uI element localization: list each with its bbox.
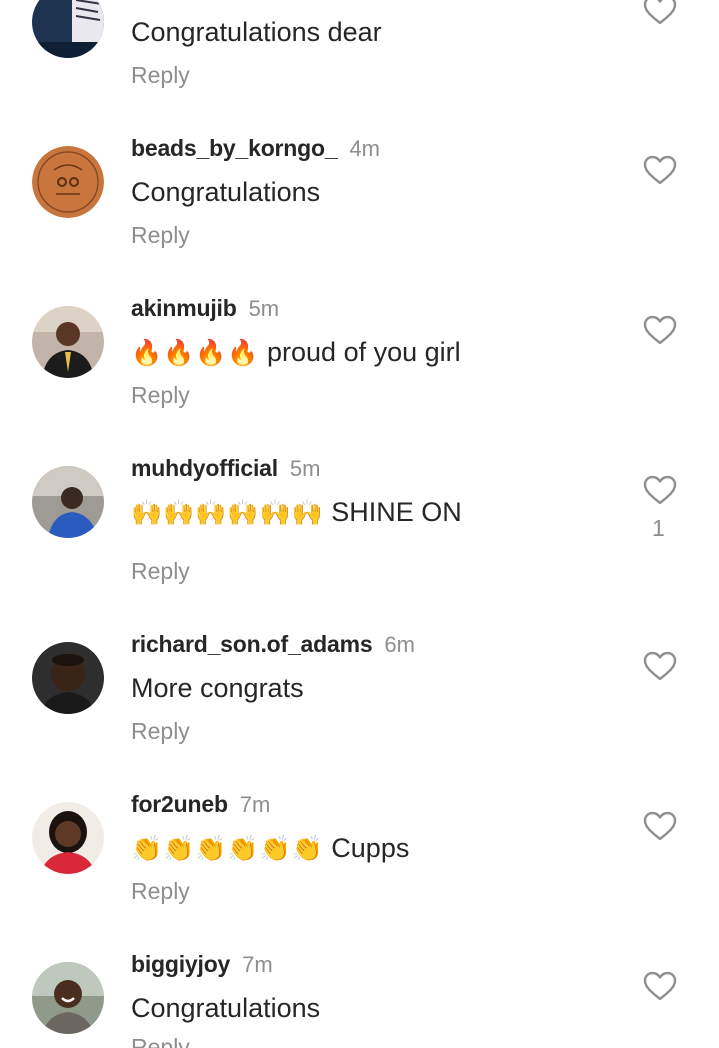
username[interactable]: akinmujib — [131, 295, 237, 321]
comment-text: Congratulations dear — [131, 17, 382, 47]
person-avatar — [32, 642, 104, 714]
heart-outline-icon — [643, 971, 677, 1001]
person-avatar — [32, 802, 104, 874]
comment-text: More congrats — [131, 673, 304, 703]
username[interactable]: muhdyofficial — [131, 455, 278, 481]
username[interactable]: biggiyjoy — [131, 951, 230, 977]
clapping-hands-emoji: 👏👏👏👏👏👏 — [131, 834, 324, 863]
timestamp: 5m — [289, 456, 321, 481]
reply-button[interactable]: Reply — [131, 1034, 190, 1048]
comment-header: richard_son.of_adams 6m — [131, 631, 415, 658]
person-avatar — [32, 962, 104, 1034]
like-button[interactable] — [642, 650, 678, 682]
avatar[interactable] — [32, 146, 104, 218]
reply-button[interactable]: Reply — [131, 62, 190, 89]
comment-header: biggiyjoy 7m — [131, 951, 273, 978]
reply-button[interactable]: Reply — [131, 558, 190, 585]
username[interactable]: beads_by_korngo_ — [131, 135, 338, 161]
timestamp: 6m — [384, 632, 415, 657]
avatar[interactable] — [32, 466, 104, 538]
timestamp: 7m — [239, 792, 271, 817]
heart-outline-icon — [643, 0, 677, 25]
person-avatar — [32, 466, 104, 538]
like-button[interactable] — [642, 970, 678, 1002]
heart-outline-icon — [643, 315, 677, 345]
comment-header: for2uneb 7m — [131, 791, 270, 818]
like-button[interactable] — [642, 810, 678, 842]
like-button[interactable] — [642, 154, 678, 186]
reply-button[interactable]: Reply — [131, 718, 190, 745]
comment-text: 👏👏👏👏👏👏 Cupps — [131, 833, 410, 863]
comment-text: Congratulations — [131, 177, 321, 207]
heart-outline-icon — [643, 651, 677, 681]
heart-outline-icon — [643, 811, 677, 841]
avatar[interactable] — [32, 642, 104, 714]
username[interactable]: for2uneb — [131, 791, 228, 817]
like-button[interactable] — [642, 474, 678, 506]
comment-text: Congratulations — [131, 993, 321, 1023]
timestamp: 4m — [349, 136, 380, 161]
username[interactable]: richard_son.of_adams — [131, 631, 373, 657]
comment-text: 🙌🙌🙌🙌🙌🙌 SHINE ON — [131, 497, 462, 527]
like-button[interactable] — [642, 314, 678, 346]
like-count: 1 — [652, 515, 665, 541]
comment-header: beads_by_korngo_ 4m — [131, 135, 380, 162]
avatar[interactable] — [32, 0, 104, 58]
comment-header: akinmujib 5m — [131, 295, 279, 322]
book-cover-avatar — [32, 0, 104, 58]
person-avatar — [32, 306, 104, 378]
avatar[interactable] — [32, 306, 104, 378]
timestamp: 5m — [248, 296, 280, 321]
fire-emoji: 🔥🔥🔥🔥 — [131, 338, 260, 367]
heart-outline-icon — [643, 475, 677, 505]
avatar[interactable] — [32, 962, 104, 1034]
reply-button[interactable]: Reply — [131, 878, 190, 905]
heart-outline-icon — [643, 155, 677, 185]
comment-header: muhdyofficial 5m — [131, 455, 320, 482]
avatar[interactable] — [32, 802, 104, 874]
like-button[interactable] — [642, 0, 678, 26]
timestamp: 7m — [242, 952, 273, 977]
wooden-logo-avatar — [32, 146, 104, 218]
reply-button[interactable]: Reply — [131, 382, 190, 409]
reply-button[interactable]: Reply — [131, 222, 190, 249]
raised-hands-emoji: 🙌🙌🙌🙌🙌🙌 — [131, 498, 324, 527]
comment-text: 🔥🔥🔥🔥 proud of you girl — [131, 337, 461, 367]
